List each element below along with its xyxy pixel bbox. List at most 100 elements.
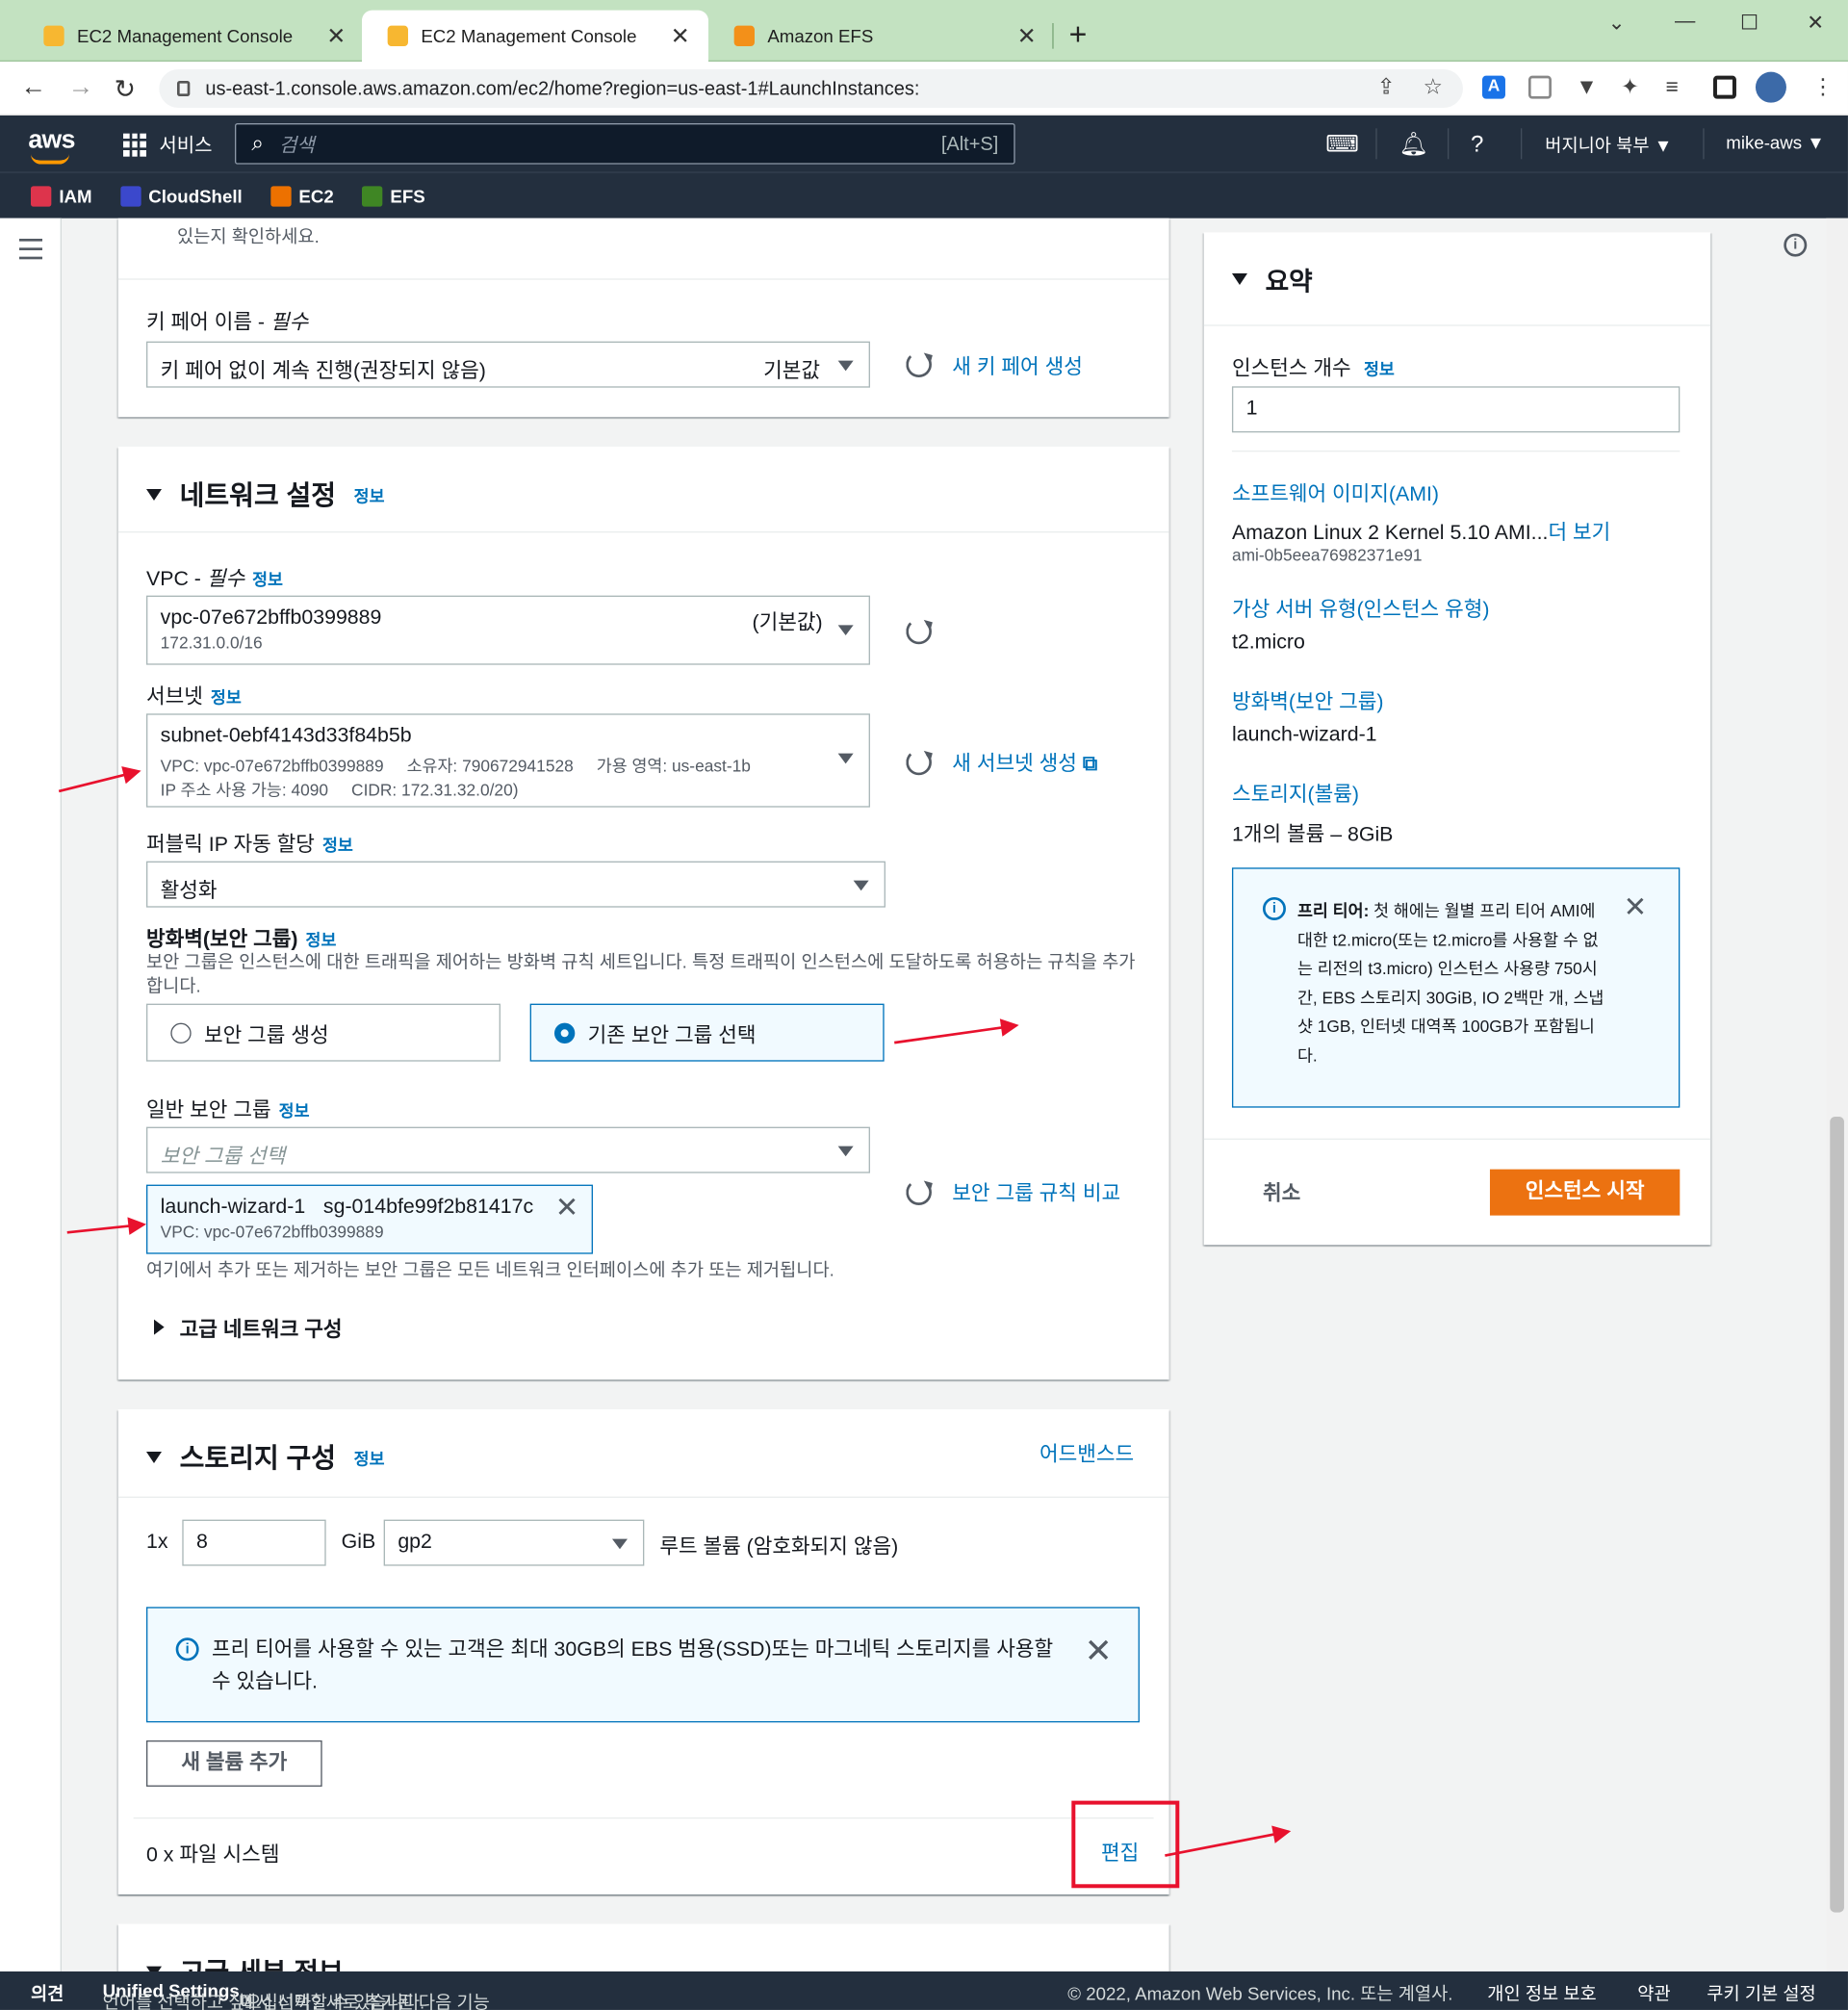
volume-size-input[interactable]: 8 [182,1519,326,1566]
help-icon[interactable]: ? [1471,131,1483,158]
close-tab-icon[interactable]: ✕ [667,22,693,49]
advanced-storage-link[interactable]: 어드밴스드 [1040,1436,1134,1467]
compare-sg-rules-link[interactable]: 보안 그룹 규칙 비교 [952,1175,1120,1206]
instance-type-link[interactable]: 가상 서버 유형(인스턴스 유형) [1232,592,1490,623]
subnet-owner: 소유자: 790672941528 [406,756,574,776]
efs-favicon-icon [733,25,755,46]
public-ip-label: 퍼블릭 IP 자동 할당 정보 [146,827,353,858]
refresh-icon[interactable] [906,749,932,776]
firewall-link[interactable]: 방화벽(보안 그룹) [1232,684,1384,715]
menu-hamburger-icon[interactable] [18,238,42,266]
keypair-select[interactable]: 키 페어 없이 계속 진행(권장되지 않음) 기본값 [145,341,870,388]
instance-count-input[interactable]: 1 [1231,386,1681,433]
ami-link[interactable]: 소프트웨어 이미지(AMI) [1232,477,1439,507]
public-ip-select[interactable]: 활성화 [145,861,886,908]
create-security-group-option[interactable]: 보안 그룹 생성 [145,1003,500,1062]
keypair-card: 있는지 확인하세요. 키 페어 이름 - 필수 키 페어 없이 계속 진행(권장… [117,218,1169,418]
scrollbar-thumb[interactable] [1830,1116,1844,1913]
privacy-link[interactable]: 개인 정보 보호 [1487,1980,1596,2006]
highlight-box [1071,1800,1180,1889]
vpc-cidr: 172.31.0.0/16 [160,632,263,653]
address-bar[interactable]: us-east-1.console.aws.amazon.com/ec2/hom… [159,68,1463,108]
info-circle-icon: i [175,1637,199,1662]
radio-selected-icon [553,1021,576,1044]
public-ip-info-link[interactable]: 정보 [322,836,353,855]
screenshot-extension-icon[interactable] [1527,75,1552,99]
refresh-icon[interactable] [906,1179,932,1205]
account-menu[interactable]: mike-aws ▼ [1726,132,1824,152]
refresh-icon[interactable] [906,618,932,645]
browser-tab-2[interactable]: EC2 Management Console ✕ [361,10,708,62]
refresh-icon[interactable] [906,351,932,377]
region-selector[interactable]: 버지니아 북부 ▼ [1545,132,1672,158]
notifications-bell-icon[interactable]: 🔔︎ [1399,131,1427,158]
side-panel-icon[interactable] [1712,75,1736,99]
create-subnet-link[interactable]: 새 서브넷 생성 ⧉ [952,746,1097,777]
storage-info-link[interactable]: 정보 [354,1445,385,1469]
subnet-info-link[interactable]: 정보 [211,688,242,708]
create-keypair-link[interactable]: 새 키 페어 생성 [952,349,1083,380]
reading-list-icon[interactable]: ≡ [1666,74,1679,100]
vpc-select[interactable]: vpc-07e672bffb0399889 172.31.0.0/16 (기본값… [145,595,870,665]
vpc-info-link[interactable]: 정보 [252,570,283,589]
vpn-extension-icon[interactable]: ▼ [1576,74,1597,100]
terms-link[interactable]: 약관 [1637,1980,1670,2006]
browser-tab-3[interactable]: Amazon EFS ✕ [708,11,1055,62]
browser-tab-1[interactable]: EC2 Management Console ✕ [18,11,365,62]
search-input[interactable]: ⌕ 검색 [Alt+S] [234,122,1015,165]
extensions-puzzle-icon[interactable]: ✦ [1621,74,1639,100]
select-existing-security-group-option[interactable]: 기존 보안 그룹 선택 [529,1003,885,1062]
instances-info-link[interactable]: 정보 [1364,359,1395,378]
translate-extension-icon[interactable]: A [1481,75,1505,99]
minimize-icon[interactable]: — [1675,11,1695,34]
cookie-preferences-link[interactable]: 쿠키 기본 설정 [1707,1980,1815,2006]
aws-logo[interactable]: aws [28,126,75,165]
advanced-network-toggle[interactable]: 고급 네트워크 구성 [153,1312,343,1343]
summary-header[interactable]: 요약 [1231,261,1313,298]
security-group-select[interactable]: 보안 그룹 선택 [145,1126,870,1173]
cancel-button[interactable]: 취소 [1263,1175,1300,1206]
subnet-select[interactable]: subnet-0ebf4143d33f84b5b VPC: vpc-07e672… [145,713,870,808]
storage-link[interactable]: 스토리지(볼륨) [1232,777,1359,808]
close-tab-icon[interactable]: ✕ [323,22,349,49]
favorite-cloudshell[interactable]: CloudShell [119,185,243,206]
advanced-details-header[interactable]: 고급 세부 정보 [145,1952,344,1971]
network-section-header[interactable]: 네트워크 설정 정보 [145,475,385,513]
storage-section-header[interactable]: 스토리지 구성 정보 [145,1437,385,1476]
cloudshell-icon[interactable]: ⌨ [1325,131,1359,158]
volume-type-select[interactable]: gp2 [383,1519,645,1566]
network-info-link[interactable]: 정보 [354,482,385,506]
dismiss-icon[interactable]: ✕ [1085,1634,1113,1667]
browser-toolbar: ← → ↻ us-east-1.console.aws.amazon.com/e… [0,61,1848,116]
file-system-count: 0 x 파일 시스템 [145,1843,280,1867]
launch-instance-button[interactable]: 인스턴스 시작 [1489,1169,1681,1216]
feedback-link[interactable]: 의견 [31,1980,64,2006]
favorite-iam[interactable]: IAM [30,185,92,206]
profile-avatar[interactable] [1755,71,1786,103]
ami-more-link[interactable]: 더 보기 [1548,523,1610,545]
services-menu[interactable]: 서비스 [122,131,213,158]
subnet-cidr: CIDR: 172.31.32.0/20) [351,780,519,800]
close-tab-icon[interactable]: ✕ [1014,22,1040,49]
chrome-menu-icon[interactable]: ⋮ [1812,74,1835,100]
firewall-info-link[interactable]: 정보 [306,931,337,950]
share-icon[interactable]: ⇪ [1377,74,1396,100]
info-panel-icon[interactable]: i [1784,233,1808,257]
new-tab-button[interactable]: + [1069,18,1088,54]
common-sg-info-link[interactable]: 정보 [279,1101,310,1121]
radio-create-label: 보안 그룹 생성 [203,1024,329,1047]
free-tier-alert: i 프리 티어: 첫 해에는 월별 프리 티어 AMI에 대한 t2.micro… [1231,867,1681,1108]
forward-icon[interactable]: → [68,73,94,103]
dismiss-icon[interactable]: ✕ [1624,892,1648,921]
reload-icon[interactable]: ↻ [115,73,136,105]
favorite-ec2[interactable]: EC2 [270,185,334,206]
back-icon[interactable]: ← [20,73,46,103]
subnet-vpc: VPC: vpc-07e672bffb0399889 [160,756,384,776]
favorite-efs[interactable]: EFS [362,185,425,206]
bookmark-star-icon[interactable]: ☆ [1424,74,1443,100]
window-close-icon[interactable]: ✕ [1807,11,1824,37]
maximize-icon[interactable]: ☐ [1740,11,1758,37]
remove-token-icon[interactable]: ✕ [555,1193,579,1222]
add-volume-button[interactable]: 새 볼륨 추가 [145,1739,322,1787]
tab-search-icon[interactable]: ⌄ [1608,11,1626,37]
